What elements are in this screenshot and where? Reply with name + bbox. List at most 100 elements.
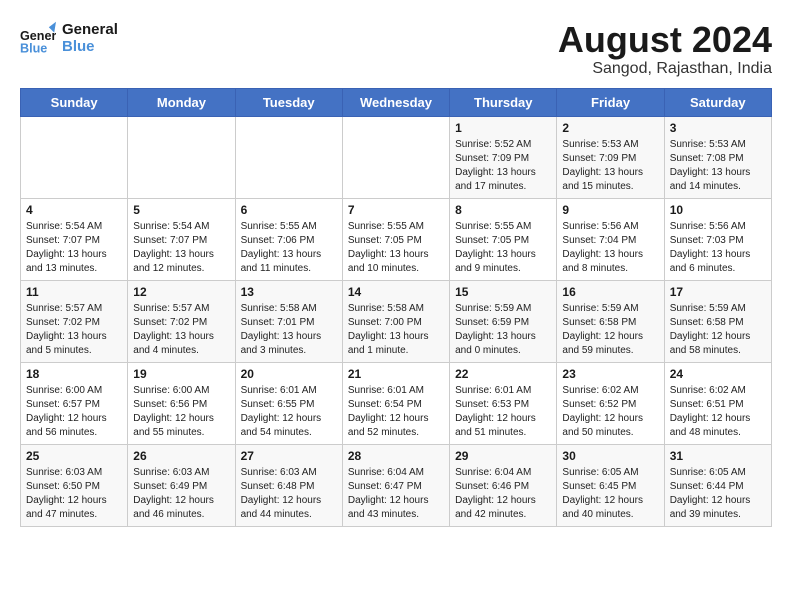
- calendar-cell: 10Sunrise: 5:56 AM Sunset: 7:03 PM Dayli…: [664, 198, 771, 280]
- title-block: August 2024 Sangod, Rajasthan, India: [558, 20, 772, 78]
- cell-date-number: 9: [562, 203, 658, 217]
- calendar-cell: 25 Sunrise: 6:03 AM Sunset: 6:50 PM Dayli…: [21, 444, 128, 526]
- cell-daylight-info: Sunrise: 6:02 AM Sunset: 6:52 PM Dayligh…: [562, 384, 658, 440]
- cell-daylight-info: Sunrise: 5:52 AM Sunset: 7:09 PM Dayligh…: [455, 138, 551, 194]
- cell-date-number: 14: [348, 285, 444, 299]
- calendar-cell: 16Sunrise: 5:59 AM Sunset: 6:58 PM Dayli…: [557, 280, 664, 362]
- calendar-cell: 19 Sunrise: 6:00 AM Sunset: 6:56 PM Dayli…: [128, 362, 235, 444]
- calendar-week-row: 11 Sunrise: 5:57 AM Sunset: 7:02 PM Dayli…: [21, 280, 772, 362]
- cell-date-number: 20: [241, 367, 337, 381]
- cell-date-number: 3: [670, 121, 766, 135]
- cell-daylight-info: Sunrise: 5:55 AM Sunset: 7:05 PM Dayligh…: [455, 220, 551, 276]
- calendar-cell: 23 Sunrise: 6:02 AM Sunset: 6:52 PM Dayli…: [557, 362, 664, 444]
- cell-daylight-info: Sunrise: 5:55 AM Sunset: 7:05 PM Dayligh…: [348, 220, 444, 276]
- weekday-header: Tuesday: [235, 88, 342, 116]
- cell-date-number: 26: [133, 449, 229, 463]
- cell-daylight-info: Sunrise: 5:59 AM Sunset: 6:58 PM Dayligh…: [562, 302, 658, 358]
- calendar-cell: 14 Sunrise: 5:58 AM Sunset: 7:00 PM Dayli…: [342, 280, 449, 362]
- cell-date-number: 28: [348, 449, 444, 463]
- cell-daylight-info: Sunrise: 5:59 AM Sunset: 6:59 PM Dayligh…: [455, 302, 551, 358]
- cell-date-number: 8: [455, 203, 551, 217]
- calendar-cell: 12 Sunrise: 5:57 AM Sunset: 7:02 PM Dayli…: [128, 280, 235, 362]
- calendar-cell: 5 Sunrise: 5:54 AM Sunset: 7:07 PM Daylig…: [128, 198, 235, 280]
- cell-daylight-info: Sunrise: 6:04 AM Sunset: 6:47 PM Dayligh…: [348, 466, 444, 522]
- calendar-cell: 28 Sunrise: 6:04 AM Sunset: 6:47 PM Dayli…: [342, 444, 449, 526]
- calendar-cell: 18Sunrise: 6:00 AM Sunset: 6:57 PM Dayli…: [21, 362, 128, 444]
- calendar-cell: 4 Sunrise: 5:54 AM Sunset: 7:07 PM Daylig…: [21, 198, 128, 280]
- cell-daylight-info: Sunrise: 6:05 AM Sunset: 6:45 PM Dayligh…: [562, 466, 658, 522]
- calendar-cell: [128, 116, 235, 198]
- calendar-cell: 1 Sunrise: 5:52 AM Sunset: 7:09 PM Daylig…: [450, 116, 557, 198]
- weekday-header: Wednesday: [342, 88, 449, 116]
- cell-daylight-info: Sunrise: 6:01 AM Sunset: 6:53 PM Dayligh…: [455, 384, 551, 440]
- cell-date-number: 24: [670, 367, 766, 381]
- calendar-cell: [235, 116, 342, 198]
- cell-daylight-info: Sunrise: 6:01 AM Sunset: 6:54 PM Dayligh…: [348, 384, 444, 440]
- cell-date-number: 23: [562, 367, 658, 381]
- cell-daylight-info: Sunrise: 5:54 AM Sunset: 7:07 PM Dayligh…: [133, 220, 229, 276]
- logo-icon: General Blue: [20, 20, 56, 56]
- cell-daylight-info: Sunrise: 5:56 AM Sunset: 7:03 PM Dayligh…: [670, 220, 766, 276]
- calendar-cell: 31Sunrise: 6:05 AM Sunset: 6:44 PM Dayli…: [664, 444, 771, 526]
- cell-daylight-info: Sunrise: 5:53 AM Sunset: 7:09 PM Dayligh…: [562, 138, 658, 194]
- cell-daylight-info: Sunrise: 6:00 AM Sunset: 6:57 PM Dayligh…: [26, 384, 122, 440]
- calendar-week-row: 4 Sunrise: 5:54 AM Sunset: 7:07 PM Daylig…: [21, 198, 772, 280]
- weekday-header: Sunday: [21, 88, 128, 116]
- cell-daylight-info: Sunrise: 6:05 AM Sunset: 6:44 PM Dayligh…: [670, 466, 766, 522]
- calendar-cell: 6Sunrise: 5:55 AM Sunset: 7:06 PM Daylig…: [235, 198, 342, 280]
- calendar-cell: 29Sunrise: 6:04 AM Sunset: 6:46 PM Dayli…: [450, 444, 557, 526]
- calendar-week-row: 25 Sunrise: 6:03 AM Sunset: 6:50 PM Dayli…: [21, 444, 772, 526]
- cell-daylight-info: Sunrise: 5:58 AM Sunset: 7:00 PM Dayligh…: [348, 302, 444, 358]
- calendar-cell: 8 Sunrise: 5:55 AM Sunset: 7:05 PM Daylig…: [450, 198, 557, 280]
- calendar-cell: 27Sunrise: 6:03 AM Sunset: 6:48 PM Dayli…: [235, 444, 342, 526]
- calendar-cell: 2 Sunrise: 5:53 AM Sunset: 7:09 PM Daylig…: [557, 116, 664, 198]
- calendar-cell: 17 Sunrise: 5:59 AM Sunset: 6:58 PM Dayli…: [664, 280, 771, 362]
- cell-date-number: 2: [562, 121, 658, 135]
- calendar-cell: 26 Sunrise: 6:03 AM Sunset: 6:49 PM Dayli…: [128, 444, 235, 526]
- svg-text:Blue: Blue: [20, 41, 47, 55]
- calendar-cell: [21, 116, 128, 198]
- cell-daylight-info: Sunrise: 5:58 AM Sunset: 7:01 PM Dayligh…: [241, 302, 337, 358]
- weekday-header: Monday: [128, 88, 235, 116]
- calendar-cell: 30Sunrise: 6:05 AM Sunset: 6:45 PM Dayli…: [557, 444, 664, 526]
- cell-date-number: 17: [670, 285, 766, 299]
- weekday-header: Saturday: [664, 88, 771, 116]
- calendar-week-row: 1 Sunrise: 5:52 AM Sunset: 7:09 PM Daylig…: [21, 116, 772, 198]
- cell-date-number: 29: [455, 449, 551, 463]
- cell-daylight-info: Sunrise: 6:03 AM Sunset: 6:50 PM Dayligh…: [26, 466, 122, 522]
- cell-date-number: 19: [133, 367, 229, 381]
- cell-daylight-info: Sunrise: 5:57 AM Sunset: 7:02 PM Dayligh…: [133, 302, 229, 358]
- calendar-cell: 24 Sunrise: 6:02 AM Sunset: 6:51 PM Dayli…: [664, 362, 771, 444]
- calendar-title: August 2024: [558, 20, 772, 60]
- calendar-cell: 3 Sunrise: 5:53 AM Sunset: 7:08 PM Daylig…: [664, 116, 771, 198]
- cell-daylight-info: Sunrise: 6:00 AM Sunset: 6:56 PM Dayligh…: [133, 384, 229, 440]
- cell-date-number: 25: [26, 449, 122, 463]
- cell-daylight-info: Sunrise: 5:56 AM Sunset: 7:04 PM Dayligh…: [562, 220, 658, 276]
- cell-daylight-info: Sunrise: 6:03 AM Sunset: 6:49 PM Dayligh…: [133, 466, 229, 522]
- cell-daylight-info: Sunrise: 5:53 AM Sunset: 7:08 PM Dayligh…: [670, 138, 766, 194]
- weekday-header: Thursday: [450, 88, 557, 116]
- cell-date-number: 12: [133, 285, 229, 299]
- calendar-cell: 21Sunrise: 6:01 AM Sunset: 6:54 PM Dayli…: [342, 362, 449, 444]
- cell-date-number: 4: [26, 203, 122, 217]
- calendar-cell: 7Sunrise: 5:55 AM Sunset: 7:05 PM Daylig…: [342, 198, 449, 280]
- cell-daylight-info: Sunrise: 5:57 AM Sunset: 7:02 PM Dayligh…: [26, 302, 122, 358]
- cell-daylight-info: Sunrise: 6:01 AM Sunset: 6:55 PM Dayligh…: [241, 384, 337, 440]
- cell-daylight-info: Sunrise: 5:59 AM Sunset: 6:58 PM Dayligh…: [670, 302, 766, 358]
- cell-date-number: 22: [455, 367, 551, 381]
- calendar-header-row: SundayMondayTuesdayWednesdayThursdayFrid…: [21, 88, 772, 116]
- calendar-cell: 9 Sunrise: 5:56 AM Sunset: 7:04 PM Daylig…: [557, 198, 664, 280]
- cell-daylight-info: Sunrise: 6:02 AM Sunset: 6:51 PM Dayligh…: [670, 384, 766, 440]
- cell-date-number: 1: [455, 121, 551, 135]
- calendar-table: SundayMondayTuesdayWednesdayThursdayFrid…: [20, 88, 772, 527]
- cell-date-number: 27: [241, 449, 337, 463]
- cell-date-number: 5: [133, 203, 229, 217]
- calendar-cell: 11 Sunrise: 5:57 AM Sunset: 7:02 PM Dayli…: [21, 280, 128, 362]
- calendar-cell: 15Sunrise: 5:59 AM Sunset: 6:59 PM Dayli…: [450, 280, 557, 362]
- cell-daylight-info: Sunrise: 5:55 AM Sunset: 7:06 PM Dayligh…: [241, 220, 337, 276]
- cell-daylight-info: Sunrise: 5:54 AM Sunset: 7:07 PM Dayligh…: [26, 220, 122, 276]
- weekday-header: Friday: [557, 88, 664, 116]
- cell-date-number: 11: [26, 285, 122, 299]
- calendar-subtitle: Sangod, Rajasthan, India: [558, 60, 772, 78]
- logo-general: General: [62, 21, 118, 38]
